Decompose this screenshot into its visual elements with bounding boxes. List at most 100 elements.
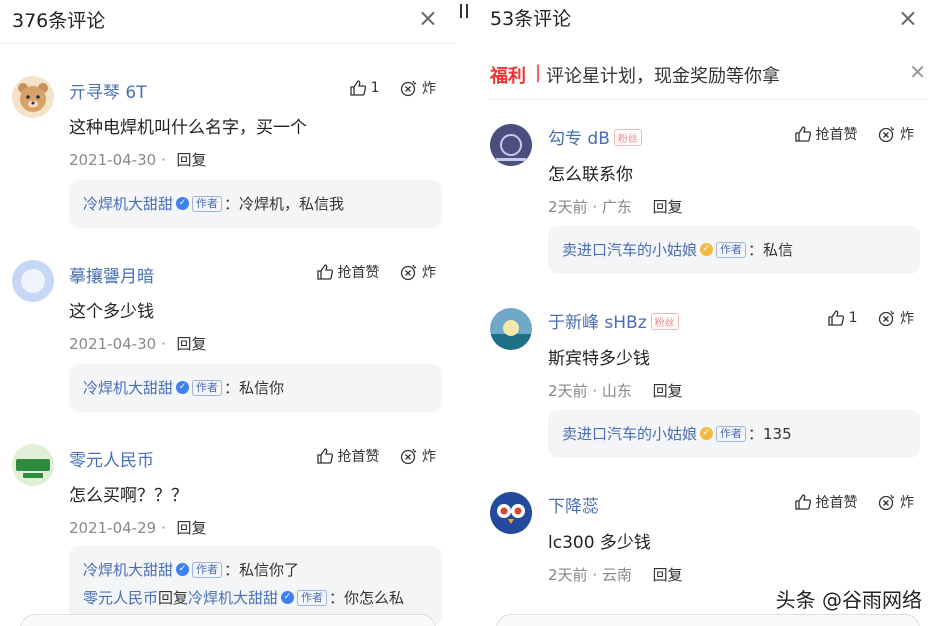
boom-button[interactable]: 炸 bbox=[878, 308, 914, 328]
comment-count-title: 376条评论 bbox=[12, 10, 106, 32]
comment-actions: 抢首赞 炸 bbox=[300, 446, 436, 469]
gold-badge-icon: ✓ bbox=[700, 243, 714, 256]
reply-link[interactable]: 回复 bbox=[177, 335, 207, 353]
boom-icon bbox=[400, 80, 417, 97]
right-comment-panel: 53条评论 × 福利 | 评论星计划，现金奖励等你拿 ✕ 勾专 dB 粉丝 抢首赞… bbox=[476, 0, 940, 626]
boom-button[interactable]: 炸 bbox=[878, 492, 914, 512]
commenter-name[interactable]: 于新峰 sHBz 粉丝 bbox=[548, 308, 679, 333]
author-tag: 作者 bbox=[192, 195, 223, 212]
reply-line: 卖进口汽车的小姑娘 ✓ 作者 ：私信 bbox=[562, 236, 906, 264]
thumbs-up-icon bbox=[349, 80, 366, 96]
boom-button[interactable]: 炸 bbox=[400, 78, 436, 98]
reply-author[interactable]: 冷焊机大甜甜 bbox=[83, 379, 173, 397]
promo-close-icon[interactable]: ✕ bbox=[909, 60, 926, 84]
reply-text: ：你怎么私 bbox=[329, 589, 405, 607]
close-icon[interactable]: × bbox=[898, 4, 918, 32]
reply-verb: 回复 bbox=[158, 589, 189, 607]
avatar[interactable] bbox=[12, 260, 54, 302]
default-avatar-icon bbox=[12, 260, 54, 302]
thumbs-up-icon bbox=[827, 310, 844, 326]
thumbs-up-icon bbox=[794, 494, 811, 510]
comment-text: lc300 多少钱 bbox=[548, 533, 651, 553]
reply-box[interactable]: 冷焊机大甜甜 ✓ 作者 ：私信你 bbox=[69, 364, 442, 412]
like-button[interactable]: 抢首赞 bbox=[316, 446, 380, 466]
commenter-name[interactable]: 亓寻琴 6T bbox=[69, 78, 147, 103]
reply-text: ：135 bbox=[748, 425, 792, 443]
author-tag: 作者 bbox=[297, 589, 328, 606]
reply-text: ：私信你 bbox=[224, 379, 285, 397]
boom-button[interactable]: 炸 bbox=[878, 124, 914, 144]
like-label: 抢首赞 bbox=[815, 127, 858, 143]
reply-target[interactable]: 冷焊机大甜甜 bbox=[188, 589, 278, 607]
reply-author[interactable]: 冷焊机大甜甜 bbox=[83, 561, 173, 579]
like-button[interactable]: 1 bbox=[827, 309, 858, 327]
comment-actions: 抢首赞 炸 bbox=[778, 124, 914, 147]
reply-link[interactable]: 回复 bbox=[653, 382, 683, 400]
watermark: 头条 @谷雨网络 bbox=[775, 588, 922, 612]
reply-line: 冷焊机大甜甜 ✓ 作者 ：私信你了 bbox=[83, 556, 428, 584]
author-tag: 作者 bbox=[192, 561, 223, 578]
comments-header: 53条评论 × bbox=[476, 0, 940, 44]
reply-author[interactable]: 卖进口汽车的小姑娘 bbox=[562, 425, 697, 443]
like-label: 抢首赞 bbox=[337, 449, 380, 465]
reply-author[interactable]: 冷焊机大甜甜 bbox=[83, 195, 173, 213]
commenter-name[interactable]: 摹攘謽月暗 bbox=[69, 262, 154, 287]
like-button[interactable]: 抢首赞 bbox=[316, 262, 380, 282]
reply-line: 卖进口汽车的小姑娘 ✓ 作者 ：135 bbox=[562, 420, 906, 448]
comment-item: 亓寻琴 6T 1 炸 这种电焊机叫什么名字，买一个 2021-04-30 · 回… bbox=[0, 72, 456, 232]
reply-box[interactable]: 冷焊机大甜甜 ✓ 作者 ：冷焊机，私信我 bbox=[69, 180, 442, 228]
comment-input[interactable] bbox=[20, 614, 436, 626]
comment-item: 摹攘謽月暗 抢首赞 炸 这个多少钱 2021-04-30 · 回复 冷焊机大甜甜… bbox=[0, 256, 456, 416]
comment-text: 这种电焊机叫什么名字，买一个 bbox=[69, 118, 307, 138]
comment-meta: 2021-04-30 · 回复 bbox=[69, 335, 207, 353]
boom-icon bbox=[878, 310, 895, 327]
verified-icon: ✓ bbox=[281, 591, 295, 604]
boom-button[interactable]: 炸 bbox=[400, 262, 436, 282]
avatar[interactable] bbox=[12, 76, 54, 118]
comment-location: 广东 bbox=[601, 198, 632, 216]
reply-box[interactable]: 卖进口汽车的小姑娘 ✓ 作者 ：私信 bbox=[548, 226, 920, 274]
reply-link[interactable]: 回复 bbox=[653, 198, 683, 216]
like-button[interactable]: 1 bbox=[349, 79, 380, 97]
fan-badge: 粉丝 bbox=[613, 128, 642, 146]
reply-link[interactable]: 回复 bbox=[177, 519, 207, 537]
boom-label: 炸 bbox=[422, 81, 436, 97]
comment-meta: 2天前 · 广东 回复 bbox=[548, 198, 683, 216]
commenter-name[interactable]: 零元人民币 bbox=[69, 446, 154, 471]
boom-icon bbox=[878, 494, 895, 511]
comment-input[interactable] bbox=[496, 614, 920, 626]
like-label: 抢首赞 bbox=[337, 265, 380, 281]
close-icon[interactable]: × bbox=[418, 4, 438, 32]
verified-icon: ✓ bbox=[176, 381, 190, 394]
boom-icon bbox=[400, 264, 417, 281]
reply-author[interactable]: 卖进口汽车的小姑娘 bbox=[562, 241, 697, 259]
reply-author[interactable]: 零元人民币 bbox=[83, 589, 158, 607]
reply-line: 冷焊机大甜甜 ✓ 作者 ：私信你 bbox=[83, 374, 428, 402]
comment-meta: 2天前 · 云南 回复 bbox=[548, 566, 683, 584]
avatar[interactable] bbox=[490, 308, 532, 350]
reply-link[interactable]: 回复 bbox=[653, 566, 683, 584]
comments-header: 376条评论 × bbox=[0, 0, 456, 44]
commenter-name[interactable]: 下降蕊 bbox=[548, 492, 599, 517]
comment-date: 2021-04-30 bbox=[69, 151, 157, 169]
promo-separator: | bbox=[535, 62, 542, 83]
comment-actions: 抢首赞 炸 bbox=[778, 492, 914, 515]
like-button[interactable]: 抢首赞 bbox=[794, 492, 858, 512]
avatar[interactable] bbox=[490, 124, 532, 166]
reply-box[interactable]: 卖进口汽车的小姑娘 ✓ 作者 ：135 bbox=[548, 410, 920, 458]
commenter-name[interactable]: 勾专 dB 粉丝 bbox=[548, 124, 642, 149]
like-button[interactable]: 抢首赞 bbox=[794, 124, 858, 144]
thumbs-up-icon bbox=[794, 126, 811, 142]
boom-icon bbox=[878, 126, 895, 143]
boom-label: 炸 bbox=[900, 495, 914, 511]
reply-text: ：私信你了 bbox=[224, 561, 300, 579]
boom-label: 炸 bbox=[422, 265, 436, 281]
avatar[interactable] bbox=[490, 492, 532, 534]
promo-banner[interactable]: 福利 | 评论星计划，现金奖励等你拿 ✕ bbox=[490, 56, 926, 100]
avatar[interactable] bbox=[12, 444, 54, 486]
reply-link[interactable]: 回复 bbox=[177, 151, 207, 169]
boom-label: 炸 bbox=[422, 449, 436, 465]
left-comment-panel: 376条评论 × 亓寻琴 6T 1 炸 这种电焊机叫什么名字，买一个 2021-… bbox=[0, 0, 456, 626]
promo-tag: 福利 bbox=[490, 66, 526, 87]
boom-button[interactable]: 炸 bbox=[400, 446, 436, 466]
